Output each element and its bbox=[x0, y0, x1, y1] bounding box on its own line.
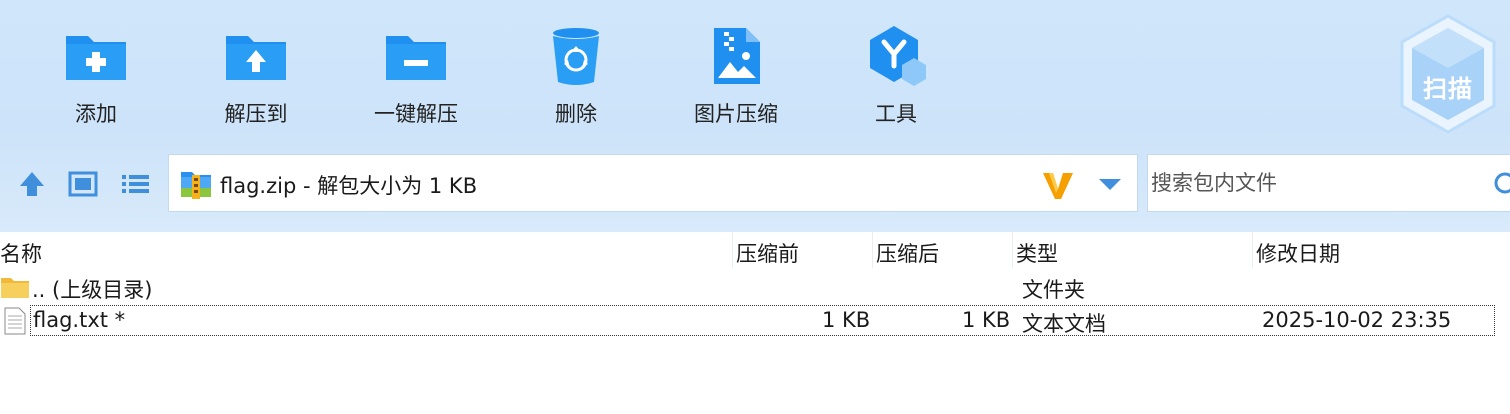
file-name: .. (上级目录) bbox=[32, 278, 153, 302]
image-compress-label: 图片压缩 bbox=[694, 102, 778, 126]
extract-folder-icon bbox=[226, 36, 286, 80]
scan-button[interactable]: 扫描 bbox=[1398, 14, 1498, 134]
add-button[interactable]: 添加 bbox=[26, 18, 166, 130]
add-label: 添加 bbox=[75, 102, 117, 126]
v-logo-icon[interactable] bbox=[1041, 169, 1075, 201]
add-folder-icon bbox=[66, 36, 126, 80]
file-type: 文本文档 bbox=[1022, 312, 1106, 336]
view-mode-button[interactable] bbox=[66, 168, 100, 200]
text-file-icon bbox=[4, 307, 26, 335]
file-size-before: 1 KB bbox=[822, 308, 871, 332]
column-modified-header[interactable]: 修改日期 bbox=[1256, 238, 1340, 268]
column-size-before-header[interactable]: 压缩前 bbox=[736, 238, 799, 268]
list-view-button[interactable] bbox=[118, 168, 152, 200]
list-item-parent-directory[interactable]: .. (上级目录) 文件夹 bbox=[0, 270, 1510, 304]
file-name: flag.txt * bbox=[33, 308, 126, 332]
column-divider[interactable] bbox=[1252, 232, 1253, 268]
tools-label: 工具 bbox=[875, 102, 917, 126]
archive-manager-window: 添加 解压到 一键解压 删除 图片压缩 工具 扫描 flag.zip - 解包大… bbox=[0, 0, 1510, 414]
delete-label: 删除 bbox=[555, 102, 597, 126]
tools-hexagon-icon bbox=[870, 26, 926, 86]
address-bar[interactable]: flag.zip - 解包大小为 1 KB bbox=[168, 154, 1138, 212]
image-compress-icon bbox=[714, 28, 760, 84]
one-click-extract-button[interactable]: 一键解压 bbox=[346, 18, 486, 130]
file-modified-date: 2025-10-02 23:35 bbox=[1262, 308, 1452, 332]
column-name-header[interactable]: 名称 bbox=[0, 238, 42, 268]
recycle-bin-icon bbox=[553, 28, 599, 85]
image-compress-button[interactable]: 图片压缩 bbox=[666, 18, 806, 130]
address-text: flag.zip - 解包大小为 1 KB bbox=[220, 174, 478, 198]
delete-button[interactable]: 删除 bbox=[506, 18, 646, 130]
toolbar: 添加 解压到 一键解压 删除 图片压缩 工具 扫描 flag.zip - 解包大… bbox=[0, 0, 1510, 232]
view-panel-icon bbox=[68, 171, 98, 197]
arrow-up-icon bbox=[20, 172, 44, 196]
column-type-header[interactable]: 类型 bbox=[1016, 238, 1058, 268]
scan-label: 扫描 bbox=[1423, 75, 1473, 103]
file-list-header: 名称 压缩前 压缩后 类型 修改日期 bbox=[0, 232, 1510, 268]
tools-button[interactable]: 工具 bbox=[826, 18, 966, 130]
extract-to-button[interactable]: 解压到 bbox=[186, 18, 326, 130]
column-divider[interactable] bbox=[732, 232, 733, 268]
search-input[interactable] bbox=[1151, 167, 1481, 199]
list-icon bbox=[122, 175, 149, 193]
file-type: 文件夹 bbox=[1022, 278, 1085, 302]
one-click-folder-icon bbox=[386, 36, 446, 80]
one-click-extract-label: 一键解压 bbox=[374, 102, 458, 126]
go-up-button[interactable] bbox=[15, 168, 49, 200]
chevron-down-icon[interactable] bbox=[1095, 173, 1125, 195]
folder-icon bbox=[1, 278, 29, 298]
search-icon[interactable] bbox=[1490, 170, 1510, 198]
search-box bbox=[1147, 154, 1510, 212]
extract-to-label: 解压到 bbox=[224, 102, 288, 126]
column-divider[interactable] bbox=[872, 232, 873, 268]
file-size-after: 1 KB bbox=[962, 308, 1011, 332]
column-divider[interactable] bbox=[1012, 232, 1013, 268]
list-item-file[interactable]: flag.txt * 1 KB 1 KB 文本文档 2025-10-02 23:… bbox=[0, 304, 1510, 338]
zip-archive-icon bbox=[181, 172, 211, 199]
column-size-after-header[interactable]: 压缩后 bbox=[876, 238, 939, 268]
